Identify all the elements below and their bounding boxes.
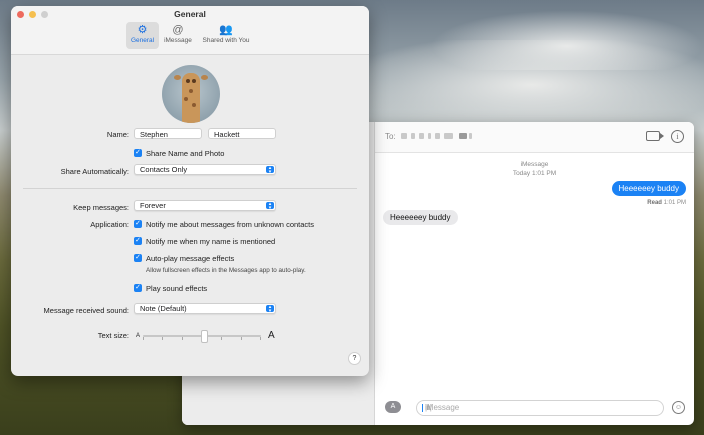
share-name-checkbox[interactable]: ✓ <box>134 149 142 157</box>
title-bar: General ⚙ General @ iMessage 👥 Shared wi… <box>11 6 369 55</box>
wallpaper-cloud <box>430 10 704 70</box>
timestamp-label: Today 1:01 PM <box>512 170 557 177</box>
text-size-slider[interactable] <box>143 330 261 343</box>
general-preferences-window: General ⚙ General @ iMessage 👥 Shared wi… <box>11 6 369 376</box>
autoplay-effects-label: Auto-play message effects <box>146 254 235 263</box>
avatar-ear <box>201 75 208 80</box>
received-sound-popup[interactable]: Note (Default) ▴ ▾ <box>134 303 276 314</box>
gear-icon: ⚙ <box>137 24 148 36</box>
recipient-redacted <box>428 133 431 139</box>
read-receipt: Read 1:01 PM <box>647 200 686 206</box>
recipient-redacted[interactable] <box>401 133 407 139</box>
avatar-ear <box>174 75 181 80</box>
giraffe-photo <box>182 73 200 123</box>
at-icon: @ <box>172 24 184 36</box>
recipient-redacted <box>435 133 440 139</box>
tab-general-label: General <box>130 37 155 44</box>
slider-tick <box>162 337 163 340</box>
text-size-small-label: A <box>136 333 141 339</box>
keep-messages-value: Forever <box>140 201 166 210</box>
keep-messages-label: Keep messages: <box>73 203 129 212</box>
recipient-redacted <box>411 133 415 139</box>
people-icon: 👥 <box>219 24 233 36</box>
text-size-large-label: A <box>268 330 275 341</box>
popup-arrows-icon: ▴ ▾ <box>266 305 274 314</box>
conversation-timestamp: iMessage Today 1:01 PM <box>375 160 694 178</box>
avatar[interactable] <box>162 65 220 123</box>
recipient-redacted <box>444 133 453 139</box>
last-name-field[interactable]: Hackett <box>208 128 276 139</box>
autoplay-effects-note: Allow fullscreen effects in the Messages… <box>146 267 306 274</box>
audio-waveform-icon[interactable]: |ıIı| <box>425 403 655 412</box>
autoplay-effects-checkbox[interactable]: ✓ <box>134 254 142 262</box>
notify-unknown-checkbox[interactable]: ✓ <box>134 220 142 228</box>
divider <box>23 188 357 189</box>
share-auto-value: Contacts Only <box>140 165 188 174</box>
slider-tick <box>260 337 261 340</box>
play-sound-checkbox[interactable]: ✓ <box>134 284 142 292</box>
notify-unknown-label: Notify me about messages from unknown co… <box>146 220 314 229</box>
notify-mentioned-label: Notify me when my name is mentioned <box>146 237 276 246</box>
slider-tick <box>182 337 183 340</box>
keep-messages-popup[interactable]: Forever ▴ ▾ <box>134 200 276 211</box>
application-label: Application: <box>90 220 129 229</box>
video-call-icon[interactable] <box>646 131 664 141</box>
slider-knob[interactable] <box>201 330 208 343</box>
recipient-redacted <box>459 133 467 139</box>
read-label: Read <box>647 200 662 206</box>
slider-tick <box>241 337 242 340</box>
popup-arrows-icon: ▴ ▾ <box>266 202 274 211</box>
message-compose-field[interactable]: iMessage |ıIı| <box>416 400 664 416</box>
recipient-redacted <box>469 133 472 139</box>
app-store-icon[interactable]: A <box>385 401 401 413</box>
share-name-label: Share Name and Photo <box>146 149 225 158</box>
tab-general[interactable]: ⚙ General <box>126 22 159 49</box>
emoji-icon[interactable]: ☺ <box>672 401 685 414</box>
slider-tick <box>143 337 144 340</box>
sound-value: Note (Default) <box>140 304 187 313</box>
read-time: 1:01 PM <box>663 200 686 206</box>
slider-tick <box>221 337 222 340</box>
service-label: iMessage <box>520 161 549 168</box>
tab-shared-with-you[interactable]: 👥 Shared with You <box>199 22 253 49</box>
info-icon[interactable]: i <box>671 130 684 143</box>
popup-arrows-icon: ▴ ▾ <box>266 166 274 175</box>
notify-mentioned-checkbox[interactable]: ✓ <box>134 237 142 245</box>
recipient-redacted <box>419 133 424 139</box>
name-label: Name: <box>106 130 129 139</box>
text-size-label: Text size: <box>97 331 129 340</box>
tab-imessage[interactable]: @ iMessage <box>161 22 195 49</box>
tab-imessage-label: iMessage <box>164 37 192 44</box>
share-automatically-popup[interactable]: Contacts Only ▴ ▾ <box>134 164 276 175</box>
sound-label: Message received sound: <box>43 306 129 315</box>
first-name-field[interactable]: Stephen <box>134 128 202 139</box>
outgoing-message-bubble[interactable]: Heeeeeey buddy <box>611 181 686 196</box>
window-title: General <box>174 9 206 19</box>
play-sound-label: Play sound effects <box>146 284 208 293</box>
share-auto-label: Share Automatically: <box>60 167 129 176</box>
help-button[interactable]: ? <box>348 352 361 365</box>
tab-shared-with-you-label: Shared with You <box>202 37 250 44</box>
incoming-message-bubble[interactable]: Heeeeeey buddy <box>383 210 458 225</box>
conversation-header: To: i <box>375 122 694 153</box>
text-caret <box>422 404 423 412</box>
to-label: To: <box>385 132 396 141</box>
